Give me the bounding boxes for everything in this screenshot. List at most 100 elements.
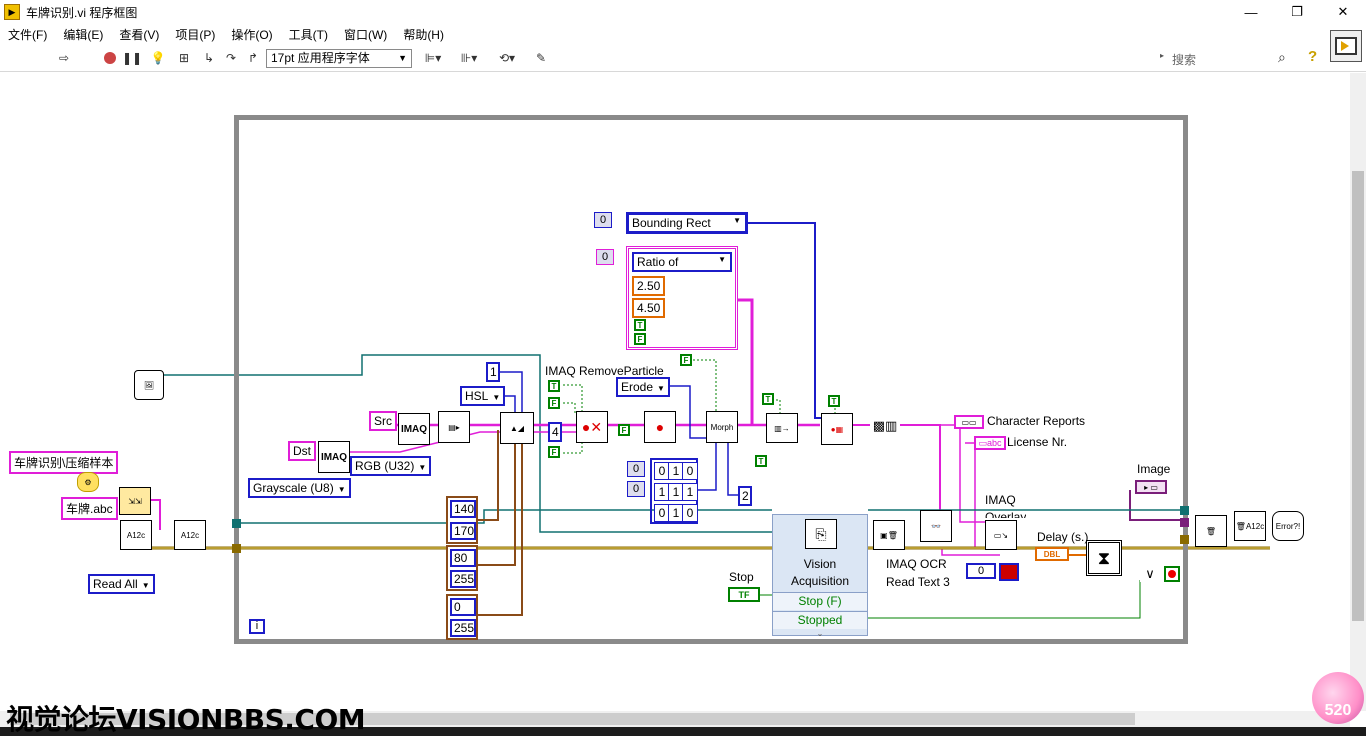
tunnel-session-out [1180, 506, 1189, 515]
image-type-gray-ring[interactable]: Grayscale (U8) ▼ [248, 478, 351, 498]
true-constant-4[interactable]: T [828, 395, 840, 407]
chevron-down-icon: ▼ [337, 485, 346, 494]
false-constant-5[interactable]: F [634, 333, 646, 345]
numeric-four-constant[interactable]: 4 [548, 422, 562, 442]
read-mode-ring[interactable]: Read All ▼ [88, 574, 155, 594]
ratio-of-ring[interactable]: Ratio of ▼ [632, 252, 732, 272]
ratio-index[interactable]: 0 [596, 249, 614, 265]
loop-condition-terminal[interactable] [1164, 566, 1180, 582]
erode-ring[interactable]: Erode ▼ [616, 377, 670, 397]
while-loop[interactable] [234, 115, 1188, 644]
color-threshold-icon[interactable]: ▲◢ [500, 412, 534, 444]
chevron-down-icon: ▼ [492, 393, 501, 402]
image-type-rgb-value: RGB (U32) [355, 459, 415, 473]
imaq-label-2: IMAQ [320, 451, 348, 463]
tunnel-image-out [1180, 518, 1189, 527]
stopped-terminal[interactable]: Stopped [773, 611, 867, 629]
tunnel-error-out [1180, 535, 1189, 544]
morphology-icon[interactable]: Morph [706, 411, 738, 443]
stop-f-terminal[interactable]: Stop (F) [773, 592, 867, 610]
kernel-cell[interactable]: 0 [682, 462, 698, 480]
index-array-icon[interactable]: ▩▥ [870, 417, 900, 435]
false-constant-1[interactable]: F [548, 397, 560, 409]
range1-cluster[interactable]: 140 170 [446, 496, 478, 544]
delay-label: Delay (s.) [1037, 530, 1089, 544]
range3-high[interactable]: 255 [450, 619, 476, 637]
range3-low[interactable]: 0 [450, 598, 476, 616]
build-path-icon[interactable]: ⇲⇲ [119, 487, 151, 515]
folder-path-icon[interactable]: ⚙ [77, 472, 99, 492]
false-constant-4[interactable]: F [680, 354, 692, 366]
dst-name-constant[interactable]: Dst [288, 441, 316, 461]
vision-acquisition-label-1: Vision [803, 557, 837, 571]
range1-high[interactable]: 170 [450, 522, 476, 540]
imaq-label-1: IMAQ [400, 423, 428, 435]
ocr-read-text-icon[interactable]: 👓 [920, 510, 952, 542]
labview-window: ▶ 车牌识别.vi 程序框图 — ❐ ✕ 文件(F) 编辑(E) 查看(V) 项… [0, 0, 1366, 736]
image-type-rgb-ring[interactable]: RGB (U32) ▼ [350, 456, 432, 476]
ratio-high[interactable]: 4.50 [632, 298, 666, 318]
chevron-down-icon: ▼ [718, 255, 726, 264]
overlay-rect-icon[interactable]: ▭↘ [985, 520, 1017, 550]
loop-iteration-terminal: i [249, 619, 265, 634]
forum-watermark: 视觉论坛VISIONBBS.COM [6, 703, 366, 736]
color-mode-value: HSL [465, 389, 489, 403]
file-name-constant[interactable]: 车牌.abc [61, 497, 118, 520]
character-reports-label: Character Reports [987, 414, 1086, 428]
stop-control[interactable]: TF [728, 587, 760, 602]
true-constant-1[interactable]: T [548, 380, 560, 392]
false-constant-3[interactable]: F [618, 424, 630, 436]
imaq-dispose-final-icon[interactable]: 🗑 [1195, 515, 1227, 547]
chevron-down-icon: ▼ [418, 463, 427, 472]
kernel-index-col[interactable]: 0 [627, 481, 645, 497]
delay-control[interactable]: DBL [1035, 547, 1069, 561]
particle-analysis-icon[interactable]: ●▦ [821, 413, 853, 445]
remove-particle-icon[interactable]: ●✕ [576, 411, 608, 443]
true-constant-5[interactable]: T [634, 319, 646, 331]
ratio-low[interactable]: 2.50 [632, 276, 666, 296]
kernel-index-row[interactable]: 0 [627, 461, 645, 477]
erode-value: Erode [621, 380, 654, 394]
error-handler-icon[interactable]: Error?! [1272, 511, 1304, 541]
imaq-create-src-icon[interactable]: IMAQ [398, 413, 430, 445]
expand-chevron-icon[interactable]: ⌄ [773, 629, 867, 638]
kernel-cell[interactable]: 1 [682, 483, 698, 501]
path-constant[interactable]: 车牌识别\压缩样本 [9, 451, 119, 474]
ocr-label-1: IMAQ OCR [886, 557, 947, 571]
license-nr-label: License Nr. [1007, 435, 1068, 449]
wait-timer-icon[interactable]: ⧗ [1086, 540, 1122, 576]
ocr-dispose-icon[interactable]: 🗑 A12c [1234, 511, 1266, 541]
vision-acquisition-express-vi[interactable]: ⎘ Vision Acquisition Stop (F) Stopped ⌄ [772, 514, 868, 638]
a12c-label-3: A12c [1245, 521, 1265, 531]
true-constant-2[interactable]: T [762, 393, 774, 405]
fill-holes-icon[interactable]: ● [644, 411, 676, 443]
src-name-constant[interactable]: Src [369, 411, 397, 431]
kernel-cell[interactable]: 0 [682, 504, 698, 522]
false-constant-2[interactable]: F [548, 446, 560, 458]
ratio-of-value: Ratio of [637, 255, 679, 269]
particle-filter-icon[interactable]: ▥→ [766, 413, 798, 443]
range2-cluster[interactable]: 80 255 [446, 545, 478, 591]
bounding-index[interactable]: 0 [594, 212, 612, 228]
range3-cluster[interactable]: 0 255 [446, 594, 478, 640]
imaq-create-dst-icon[interactable]: IMAQ [318, 441, 350, 473]
numeric-two-constant[interactable]: 2 [738, 486, 752, 506]
imaq-dispose-icon[interactable]: ▣🗑 [873, 520, 905, 550]
vertical-scrollbar[interactable] [1350, 73, 1366, 711]
grab-image-icon[interactable]: ▤▸ [438, 411, 470, 443]
image-display-icon[interactable]: 🖼 [134, 370, 164, 400]
numeric-one-constant[interactable]: 1 [486, 362, 500, 382]
color-mode-ring[interactable]: HSL ▼ [460, 386, 506, 406]
bounding-rect-ring[interactable]: Bounding Rect ▼ [626, 212, 748, 234]
overlay-label-partial: Overlay [985, 510, 1027, 518]
logo-520: 520 [1312, 672, 1364, 724]
vertical-scrollbar-thumb[interactable] [1352, 171, 1364, 621]
range1-low[interactable]: 140 [450, 500, 476, 518]
range2-low[interactable]: 80 [450, 549, 476, 567]
ocr-session-create-icon[interactable]: A12c [120, 520, 152, 550]
range2-high[interactable]: 255 [450, 570, 476, 588]
true-constant-3[interactable]: T [755, 455, 767, 467]
read-ocr-file-icon[interactable]: A12c [174, 520, 206, 550]
image-label: Image [1137, 462, 1171, 476]
or-function-icon[interactable]: ∨ [1140, 566, 1160, 582]
